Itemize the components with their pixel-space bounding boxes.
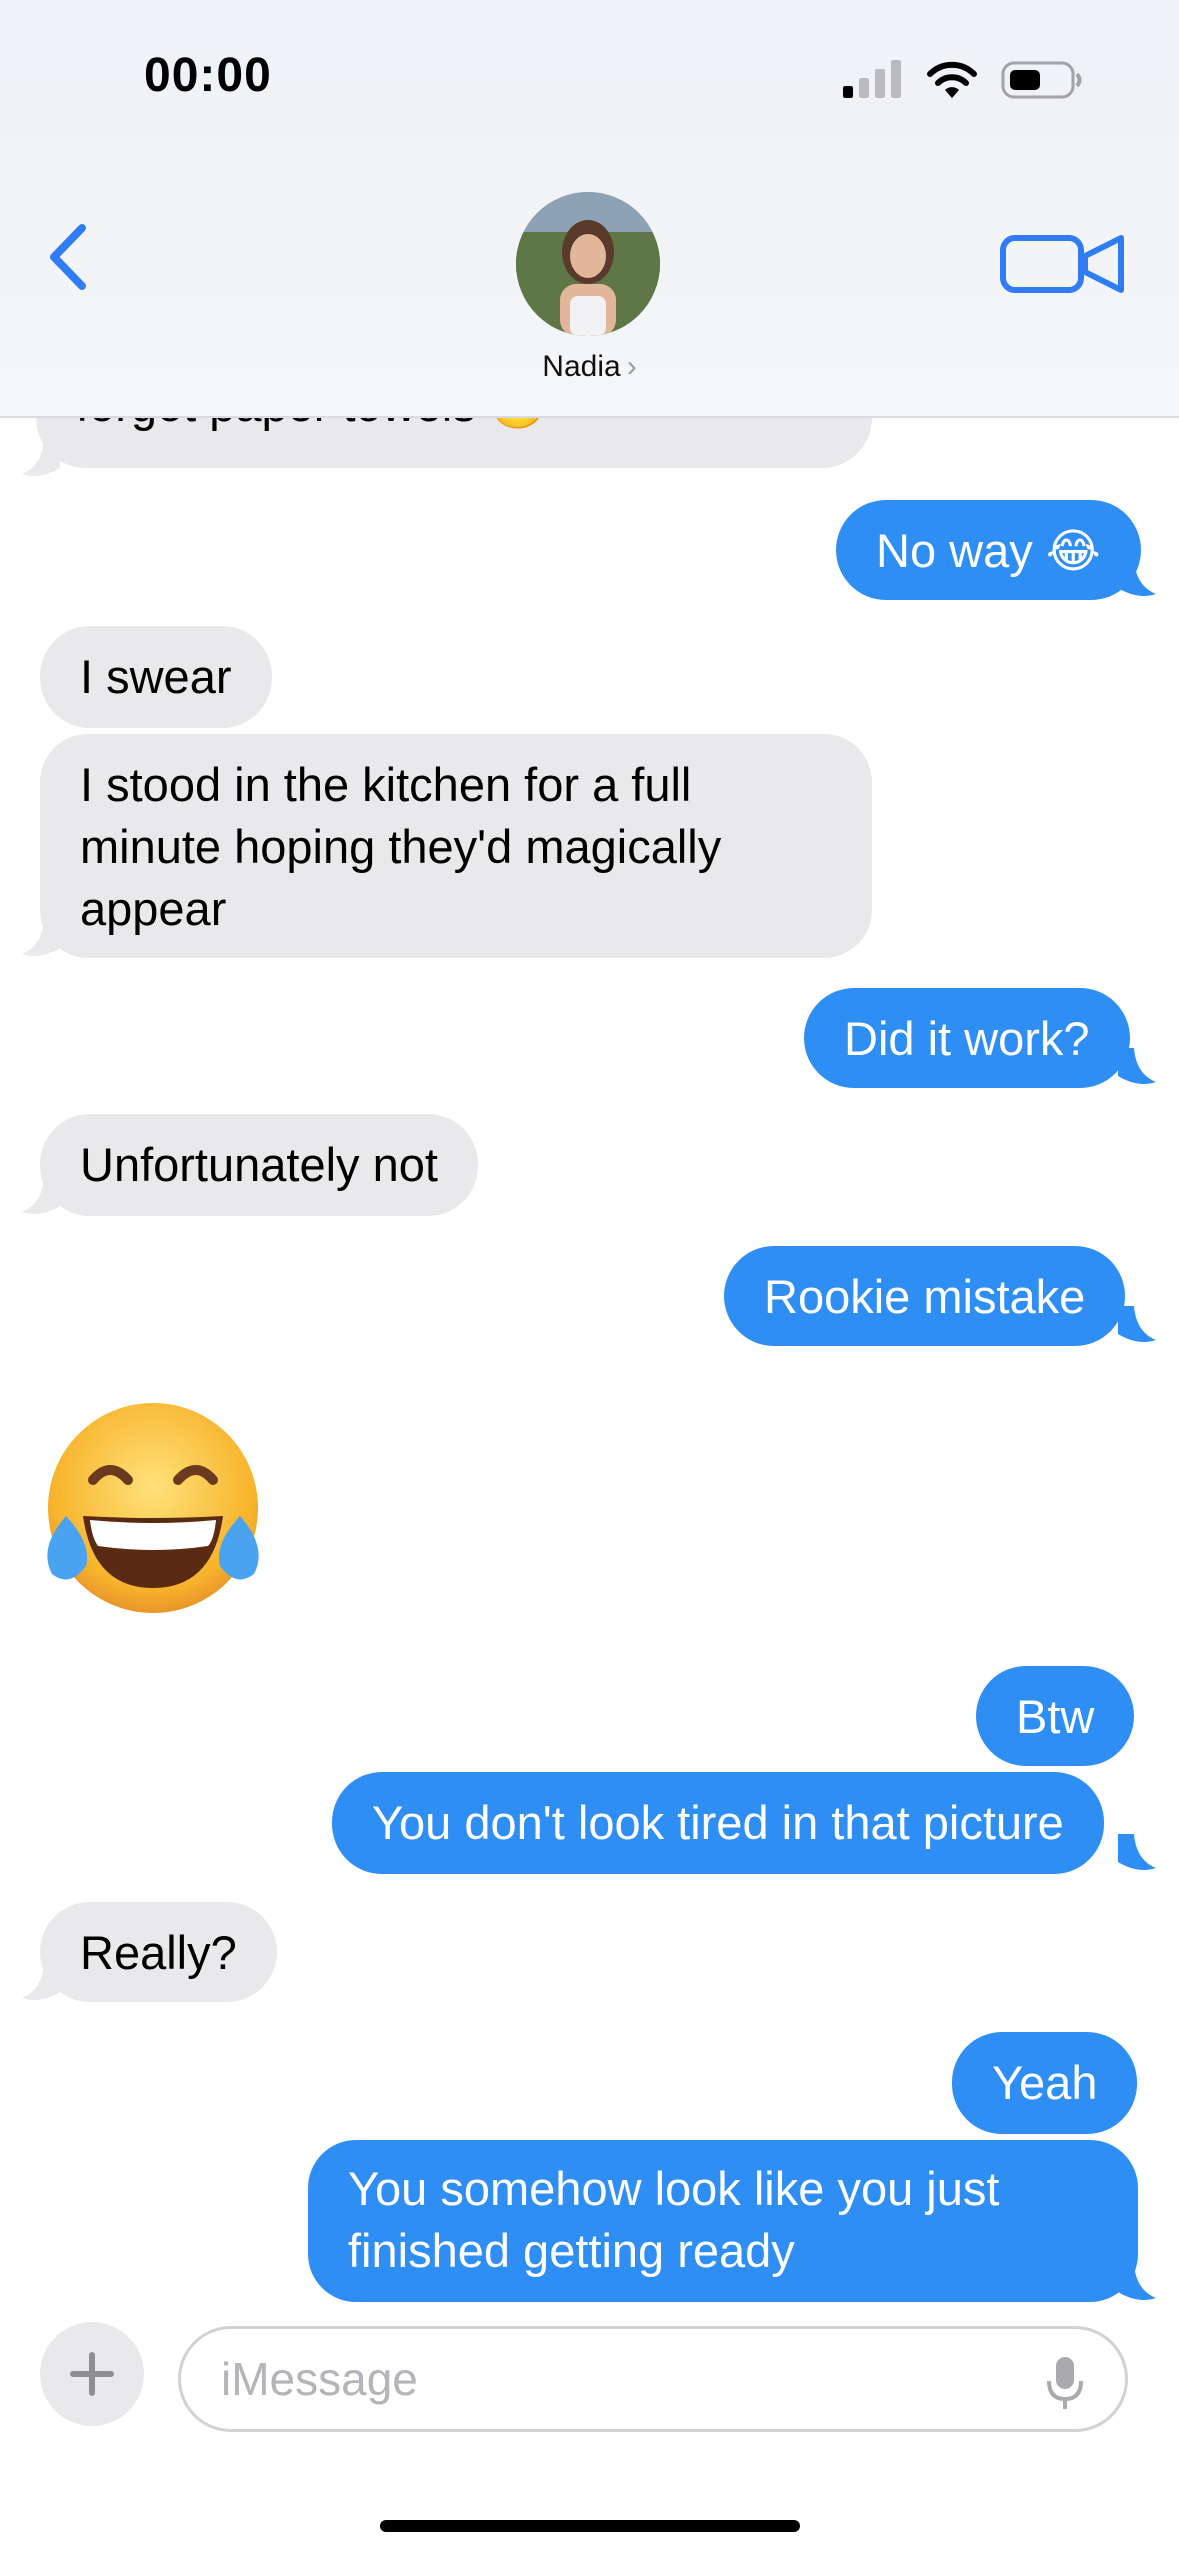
bubble-tail bbox=[22, 440, 60, 476]
video-camera-icon[interactable] bbox=[999, 232, 1127, 296]
message-bubble-incoming[interactable]: I stood in the kitchen for a full minute… bbox=[40, 734, 872, 958]
message-bubble-outgoing[interactable]: No way 😂 bbox=[836, 500, 1141, 600]
message-text: Yeah bbox=[992, 2056, 1098, 2109]
message-bubble-incoming[interactable]: Really? bbox=[40, 1902, 277, 2002]
message-bubble-outgoing[interactable]: Yeah bbox=[952, 2032, 1138, 2134]
status-icons bbox=[843, 60, 1083, 100]
message-input[interactable]: iMessage bbox=[178, 2326, 1128, 2432]
conversation-header: 00:00 Nadia › bbox=[0, 0, 1179, 418]
contact-name: Nadia bbox=[542, 350, 621, 383]
bubble-tail bbox=[22, 920, 60, 956]
laughing-tears-emoji-icon[interactable] bbox=[38, 1398, 268, 1618]
bubble-tail bbox=[22, 1178, 60, 1214]
message-text: No way 😂 bbox=[876, 524, 1101, 577]
bubble-tail bbox=[1118, 560, 1156, 596]
message-text: Really? bbox=[80, 1926, 237, 1979]
chevron-right-icon: › bbox=[626, 350, 637, 383]
wifi-icon bbox=[927, 61, 977, 98]
message-bubble-incoming[interactable]: Unfortunately not bbox=[40, 1114, 478, 1216]
message-text: I swear bbox=[80, 650, 232, 703]
message-bubble-outgoing[interactable]: Btw bbox=[976, 1666, 1135, 1766]
message-input-placeholder: iMessage bbox=[221, 2353, 418, 2405]
home-indicator bbox=[380, 2520, 800, 2532]
bubble-tail bbox=[1118, 1834, 1156, 1870]
message-text: Did it work? bbox=[844, 1012, 1090, 1065]
avatar[interactable] bbox=[516, 192, 660, 336]
bubble-tail bbox=[22, 1964, 60, 2000]
message-text: You don't look tired in that picture bbox=[372, 1796, 1064, 1849]
message-text: You somehow look like you just finished … bbox=[348, 2162, 1000, 2277]
message-bubble-incoming[interactable]: I swear bbox=[40, 626, 272, 728]
plus-icon bbox=[70, 2352, 114, 2396]
message-bubble-outgoing[interactable]: You don't look tired in that picture bbox=[332, 1772, 1104, 1874]
bubble-tail bbox=[1118, 1306, 1156, 1342]
status-time: 00:00 bbox=[144, 49, 272, 102]
message-bubble-outgoing[interactable]: Rookie mistake bbox=[724, 1246, 1126, 1346]
contact-name-button[interactable]: Nadia › bbox=[0, 350, 1179, 384]
bubble-tail bbox=[1118, 2264, 1156, 2300]
message-bubble-outgoing[interactable]: You somehow look like you just finished … bbox=[308, 2140, 1138, 2302]
message-text: Btw bbox=[1016, 1690, 1095, 1743]
message-text: I stood in the kitchen for a full minute… bbox=[80, 758, 722, 935]
plus-button[interactable] bbox=[40, 2322, 144, 2426]
chevron-left-icon[interactable] bbox=[44, 222, 94, 292]
battery-icon bbox=[1001, 61, 1082, 99]
cellular-signal-icon bbox=[843, 60, 901, 98]
bubble-tail bbox=[1118, 1048, 1156, 1084]
message-bubble-outgoing[interactable]: Did it work? bbox=[804, 988, 1130, 1088]
message-text: Unfortunately not bbox=[80, 1138, 438, 1191]
message-text: Rookie mistake bbox=[764, 1270, 1086, 1323]
microphone-icon[interactable] bbox=[1045, 2355, 1085, 2411]
